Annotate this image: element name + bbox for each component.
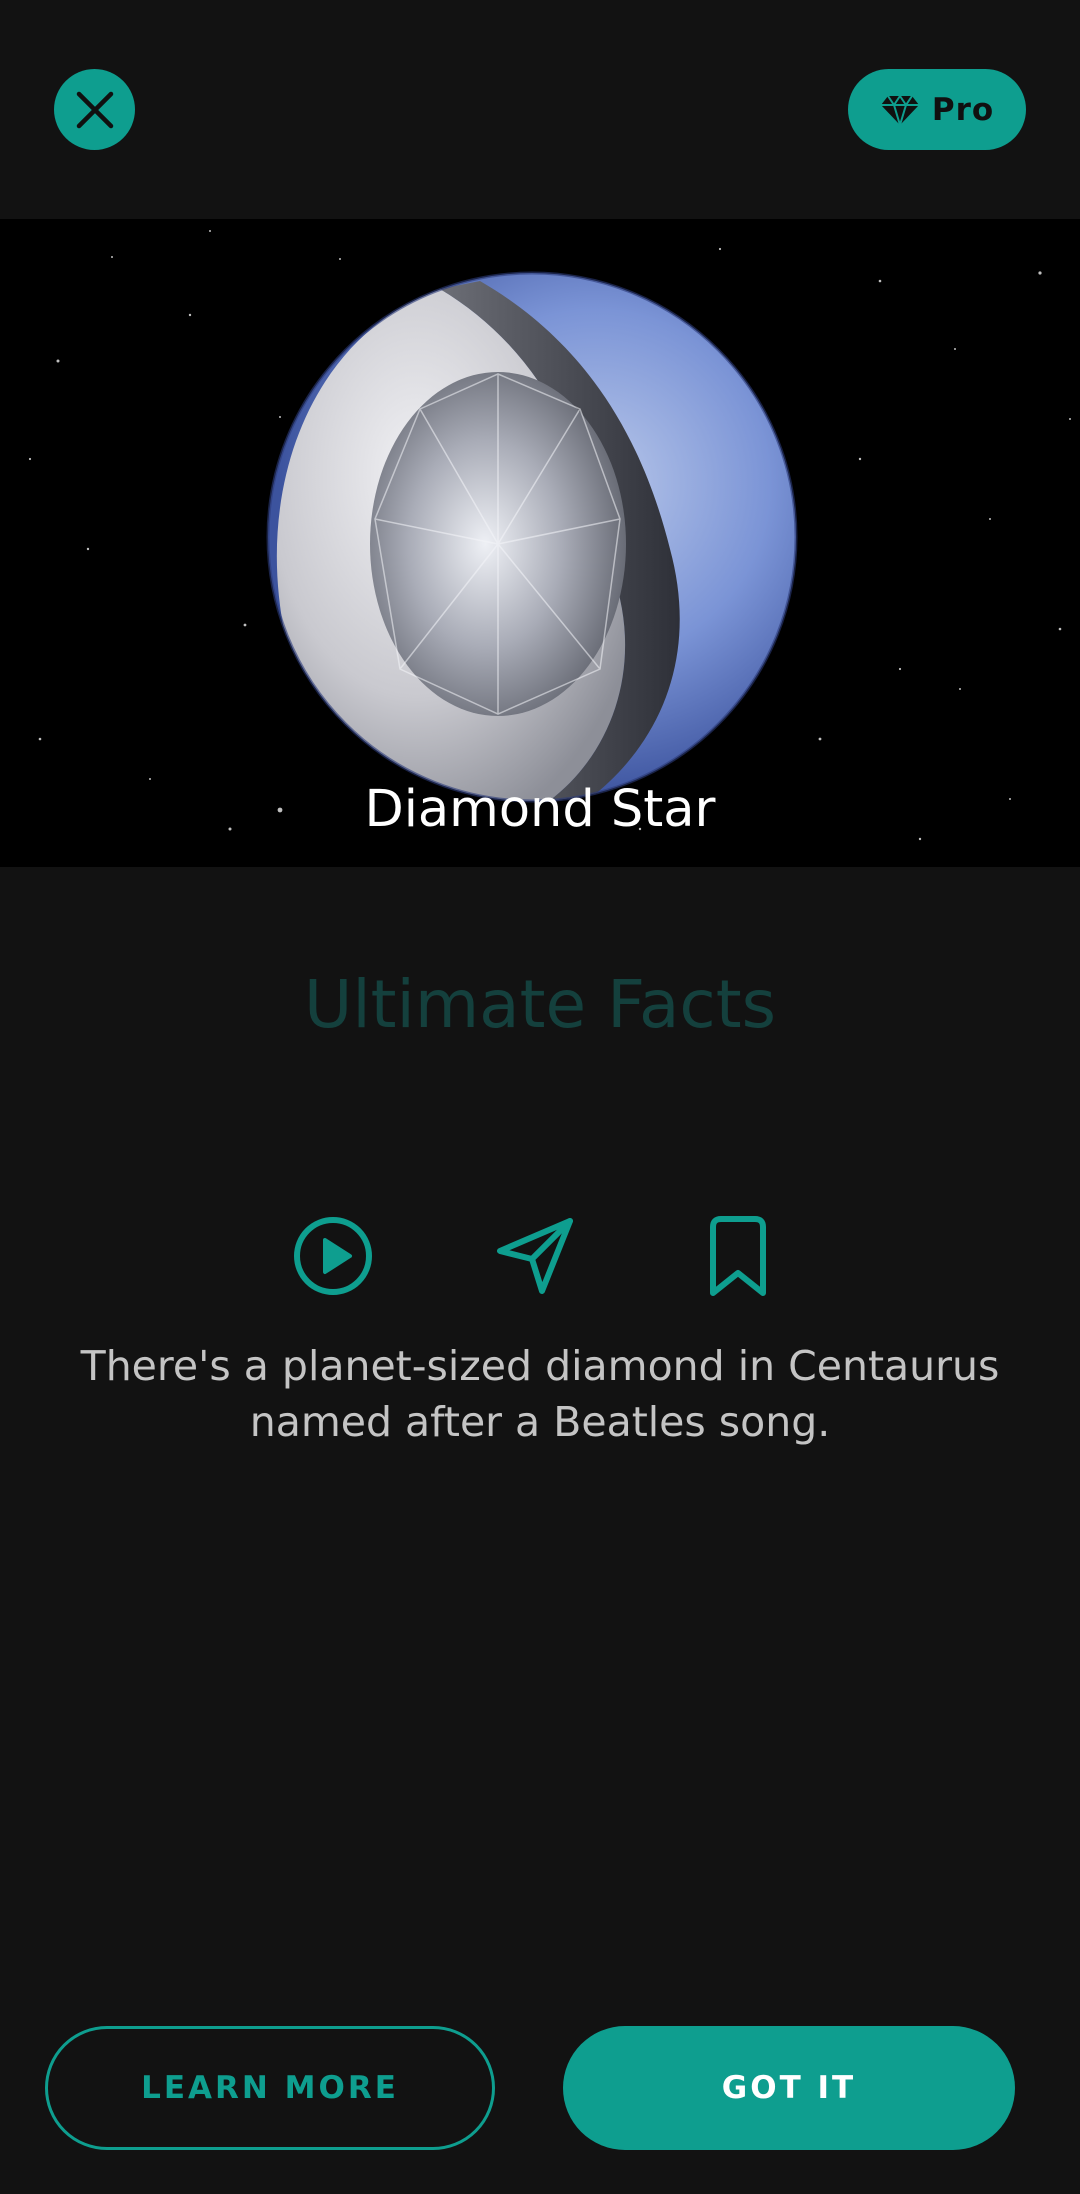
pro-button[interactable]: Pro — [848, 69, 1026, 150]
close-icon — [76, 91, 113, 128]
learn-more-button[interactable]: LEARN MORE — [45, 2026, 495, 2150]
fact-text: There's a planet-sized diamond in Centau… — [80, 1342, 1000, 1446]
play-circle-icon[interactable] — [290, 1213, 376, 1299]
got-it-button[interactable]: GOT IT — [563, 2026, 1015, 2150]
diamond-icon — [880, 93, 919, 126]
close-button[interactable] — [54, 69, 135, 150]
hero-caption: Diamond Star — [364, 780, 716, 839]
bookmark-icon[interactable] — [695, 1213, 781, 1299]
send-icon[interactable] — [492, 1213, 578, 1299]
hero-image: Diamond Star — [0, 219, 1080, 867]
section-title: Ultimate Facts — [304, 966, 776, 1043]
diamond-planet-illustration — [28, 230, 1071, 841]
pro-label: Pro — [931, 91, 995, 128]
